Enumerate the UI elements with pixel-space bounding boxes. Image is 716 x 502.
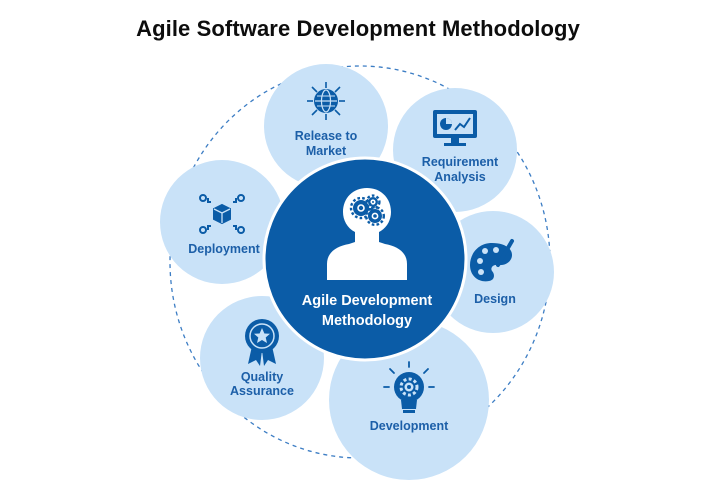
center-label-line2: Methodology: [322, 313, 412, 329]
stage-label-line1: Release to: [295, 129, 358, 143]
stage-label-line1: Quality: [241, 370, 283, 384]
stage-label-line2: Analysis: [434, 170, 485, 184]
stage-label-line1: Development: [370, 419, 449, 433]
stage-label-line1: Deployment: [188, 242, 260, 256]
stage-label-line1: Design: [474, 292, 516, 306]
center-hub: Agile Development Methodology: [262, 156, 468, 362]
stage-label-line2: Assurance: [230, 384, 294, 398]
stage-label-line2: Market: [306, 144, 347, 158]
stage-label-line1: Requirement: [422, 155, 499, 169]
globe-arrows-icon: [307, 82, 345, 120]
agile-cycle-diagram: Release to Market Requirement Analysis D…: [160, 64, 554, 480]
center-label-line1: Agile Development: [302, 293, 433, 309]
